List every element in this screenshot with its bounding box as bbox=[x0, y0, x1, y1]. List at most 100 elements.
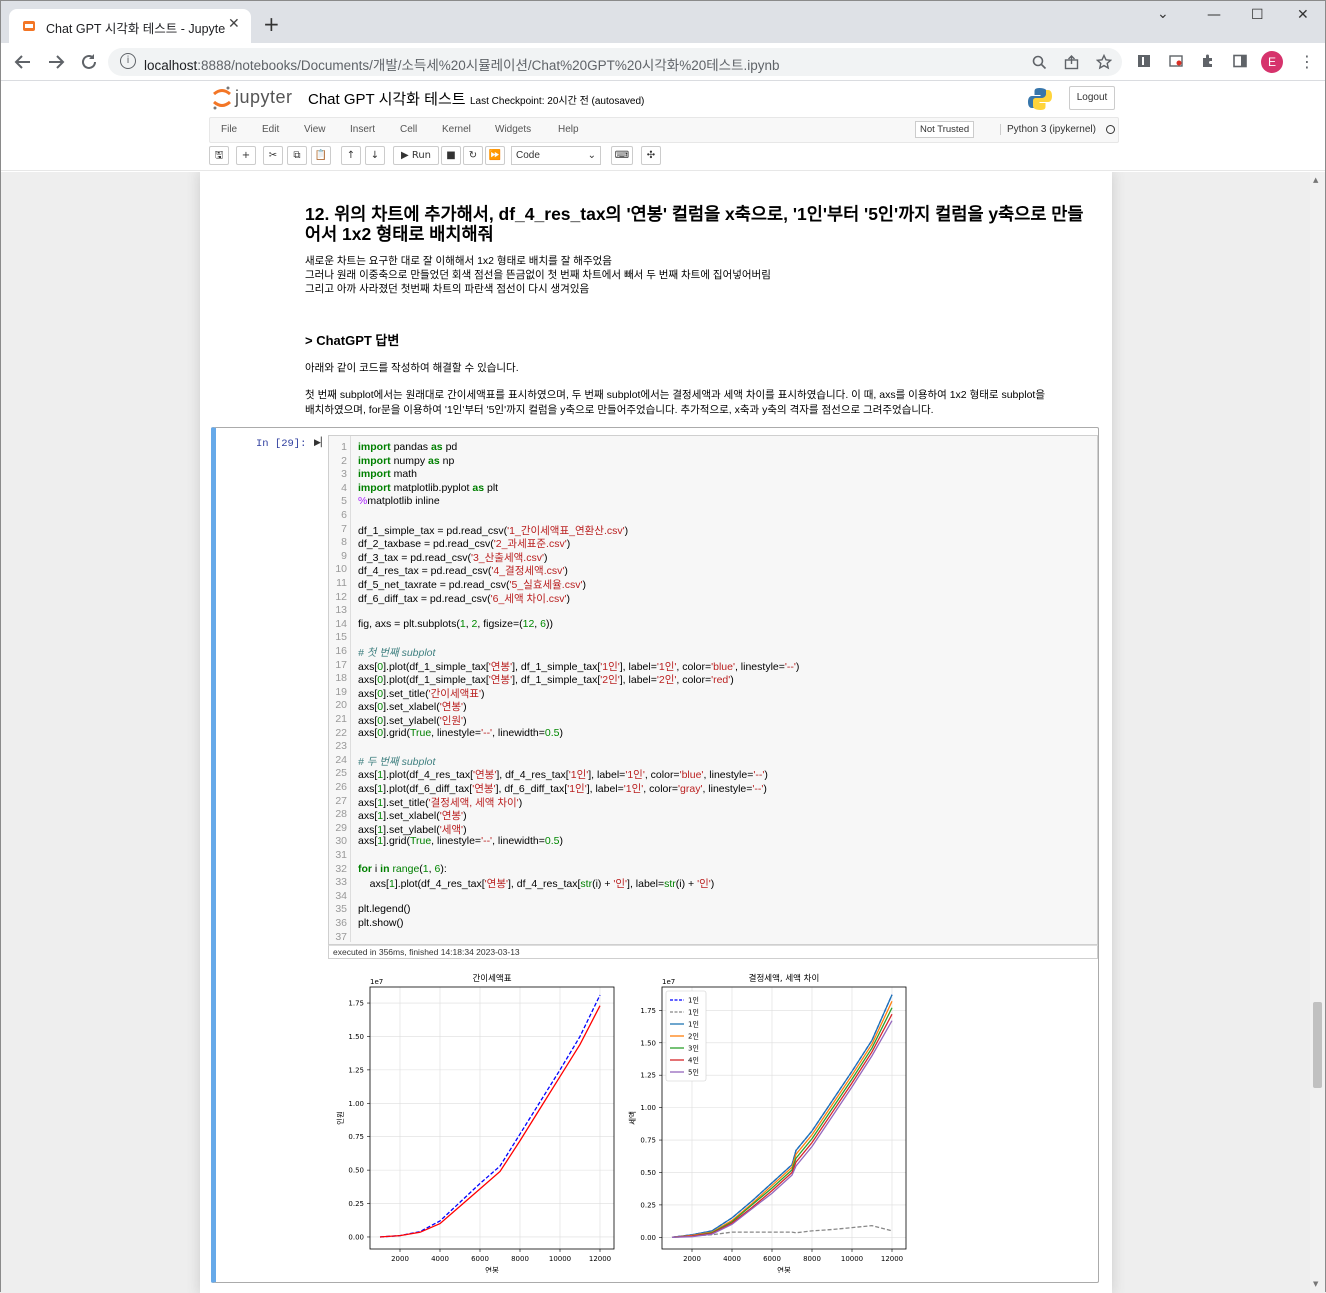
x-tick-label: 12000 bbox=[589, 1255, 611, 1263]
y-axis-label: 세액 bbox=[627, 1111, 637, 1125]
output-plots: 2000 4000 6000 8000 10000 12000 0.00 0.25 0.50 0.… bbox=[328, 963, 908, 1275]
line-number: 35 bbox=[335, 903, 347, 916]
forward-arrow-icon[interactable] bbox=[47, 54, 65, 70]
kernel-idle-indicator-icon bbox=[1106, 125, 1115, 134]
legend-label: 1인 bbox=[688, 996, 699, 1005]
checkpoint-status: Last Checkpoint: 20시간 전 (autosaved) bbox=[470, 96, 645, 107]
code-editor[interactable]: 1 2 3 4 5 6 7 8 9 10 11 12 13 14 15 16 17 18 19 20 21 22 23 24 2… bbox=[328, 435, 1098, 945]
y-tick-label: 1.50 bbox=[348, 1033, 364, 1041]
code-line: axs[1].plot(df_4_res_tax['연봉'], df_4_res… bbox=[358, 878, 715, 891]
save-icon[interactable]: 🖫 bbox=[209, 146, 229, 165]
paste-icon[interactable]: 📋 bbox=[311, 146, 331, 165]
maximize-button[interactable]: ☐ bbox=[1251, 7, 1264, 23]
menu-help[interactable]: Help bbox=[558, 124, 579, 135]
browser-toolbar: i localhost:8888/notebooks/Documents/개발/… bbox=[1, 43, 1325, 81]
side-panel-icon[interactable] bbox=[1233, 54, 1247, 68]
execution-info: executed in 356ms, finished 14:18:34 202… bbox=[328, 945, 1098, 959]
note-line: 그리고 아까 사라졌던 첫번째 차트의 파란색 점선이 다시 생겨있음 bbox=[305, 283, 590, 295]
x-tick-label: 10000 bbox=[549, 1255, 571, 1263]
cell-type-select[interactable]: Code ⌄ bbox=[511, 146, 601, 165]
cut-icon[interactable]: ✂ bbox=[263, 146, 283, 165]
code-line: import pandas as pd bbox=[358, 441, 458, 453]
code-cell[interactable]: In [29]: ▶▏ 1 2 3 4 5 6 7 8 9 10 11 12 13 14 15 16 17 18 1… bbox=[211, 427, 1099, 1283]
trust-button[interactable]: Not Trusted bbox=[915, 121, 975, 138]
line-number: 8 bbox=[341, 536, 347, 549]
command-palette-icon[interactable]: ⌨ bbox=[611, 146, 633, 165]
jupyter-logo-text: jupyter bbox=[235, 87, 293, 107]
notebook-title[interactable]: Chat GPT 시각화 테스트 bbox=[308, 88, 466, 109]
menu-widgets[interactable]: Widgets bbox=[495, 124, 531, 135]
jupyter-logo[interactable]: jupyter bbox=[211, 85, 292, 115]
logout-button[interactable]: Logout bbox=[1069, 86, 1115, 110]
scrollbar-thumb[interactable] bbox=[1313, 1002, 1322, 1088]
menu-file[interactable]: File bbox=[221, 124, 237, 135]
question-heading: 12. 위의 차트에 추가해서, df_4_res_tax의 '연봉' 컬럼을 … bbox=[305, 204, 1084, 244]
menu-insert[interactable]: Insert bbox=[350, 124, 375, 135]
code-line: fig, axs = plt.subplots(1, 2, figsize=(1… bbox=[358, 617, 553, 630]
page-scrollbar[interactable]: ▲ ▼ bbox=[1310, 172, 1325, 1293]
cell-toolbar-icon[interactable]: ✣ bbox=[641, 146, 661, 165]
move-down-icon[interactable]: ↓ bbox=[365, 146, 385, 165]
back-arrow-icon[interactable] bbox=[14, 54, 32, 70]
tab-search-icon[interactable]: ⌄ bbox=[1157, 6, 1169, 22]
markdown-cell-answer[interactable]: > ChatGPT 답변 아래와 같이 코드를 작성하여 해결할 수 있습니다.… bbox=[305, 330, 1095, 417]
close-window-button[interactable]: ✕ bbox=[1297, 7, 1309, 23]
scroll-down-icon[interactable]: ▼ bbox=[1313, 1280, 1318, 1288]
line-number: 10 bbox=[335, 563, 347, 576]
menu-edit[interactable]: Edit bbox=[262, 124, 279, 135]
profile-avatar[interactable]: E bbox=[1261, 51, 1283, 73]
stop-icon[interactable]: ■ bbox=[441, 146, 461, 165]
extension-1-icon[interactable] bbox=[1137, 54, 1151, 68]
reload-icon[interactable] bbox=[80, 53, 98, 71]
extension-2-icon[interactable] bbox=[1169, 54, 1183, 68]
run-button[interactable]: ▶ Run bbox=[393, 146, 439, 165]
y-tick-label: 1.00 bbox=[640, 1104, 656, 1112]
restart-icon[interactable]: ↻ bbox=[463, 146, 483, 165]
zoom-icon[interactable] bbox=[1032, 55, 1047, 70]
insert-cell-icon[interactable]: + bbox=[236, 146, 256, 165]
new-tab-button[interactable]: + bbox=[263, 14, 280, 34]
move-up-icon[interactable]: ↑ bbox=[341, 146, 361, 165]
run-label: Run bbox=[411, 150, 432, 161]
legend-label: 3인 bbox=[688, 1044, 699, 1053]
legend-label: 5인 bbox=[688, 1068, 699, 1077]
line-number: 9 bbox=[341, 549, 347, 562]
site-info-icon[interactable]: i bbox=[120, 53, 136, 69]
copy-icon[interactable]: ⧉ bbox=[287, 146, 307, 165]
code-line: import math bbox=[358, 468, 417, 481]
answer-paragraph: 아래와 같이 코드를 작성하여 해결할 수 있습니다. bbox=[305, 362, 519, 374]
menu-view[interactable]: View bbox=[304, 124, 326, 135]
menu-kernel[interactable]: Kernel bbox=[442, 124, 471, 135]
note-line: 그러나 원래 이중축으로 만들었던 회색 점선을 뜬금없이 첫 번째 차트에서 … bbox=[305, 269, 771, 281]
notebook-page: 12. 위의 차트에 추가해서, df_4_res_tax의 '연봉' 컬럼을 … bbox=[200, 172, 1112, 1293]
y-tick-label: 0.75 bbox=[348, 1133, 364, 1141]
line-number: 6 bbox=[341, 509, 347, 521]
minimize-button[interactable]: — bbox=[1207, 7, 1221, 23]
code-line: plt.legend() bbox=[358, 903, 411, 916]
answer-paragraph: 첫 번째 subplot에서는 원래대로 간이세액표를 표시하였으며, 두 번째… bbox=[305, 389, 1045, 401]
browser-tab[interactable]: Chat GPT 시각화 테스트 - Jupyter ✕ bbox=[9, 9, 251, 43]
line-number: 37 bbox=[335, 930, 347, 943]
fast-forward-icon[interactable]: ⏩ bbox=[485, 146, 505, 165]
extensions-puzzle-icon[interactable] bbox=[1201, 54, 1215, 68]
share-icon[interactable] bbox=[1064, 55, 1079, 70]
y-multiplier: 1e7 bbox=[370, 978, 383, 986]
bookmark-star-icon[interactable] bbox=[1096, 54, 1112, 70]
line-number: 17 bbox=[335, 658, 347, 671]
line-number: 34 bbox=[335, 889, 347, 902]
notebook-menubar: File Edit View Insert Cell Kernel Widget… bbox=[209, 117, 1119, 143]
menu-cell[interactable]: Cell bbox=[400, 124, 417, 135]
x-tick-label: 2000 bbox=[683, 1255, 701, 1263]
markdown-cell-question[interactable]: 12. 위의 차트에 추가해서, df_4_res_tax의 '연봉' 컬럼을 … bbox=[305, 204, 1095, 296]
address-bar[interactable]: i localhost:8888/notebooks/Documents/개발/… bbox=[108, 48, 1122, 76]
cell-run-indicator-icon[interactable]: ▶▏ bbox=[314, 438, 328, 448]
notebook-toolbar: 🖫 + ✂ ⧉ 📋 ↑ ↓ ▶ Run ■ ↻ ⏩ Code ⌄ ⌨ ✣ bbox=[209, 145, 669, 167]
line-number: 26 bbox=[335, 781, 347, 793]
browser-menu-icon[interactable]: ⋮ bbox=[1299, 52, 1315, 71]
line-number: 29 bbox=[335, 821, 347, 834]
tab-close-icon[interactable]: ✕ bbox=[228, 16, 240, 32]
code-line: import matplotlib.pyplot as plt bbox=[358, 481, 499, 494]
scroll-up-icon[interactable]: ▲ bbox=[1313, 176, 1318, 184]
legend-label: 4인 bbox=[688, 1056, 699, 1065]
legend-label: 2인 bbox=[688, 1032, 699, 1041]
